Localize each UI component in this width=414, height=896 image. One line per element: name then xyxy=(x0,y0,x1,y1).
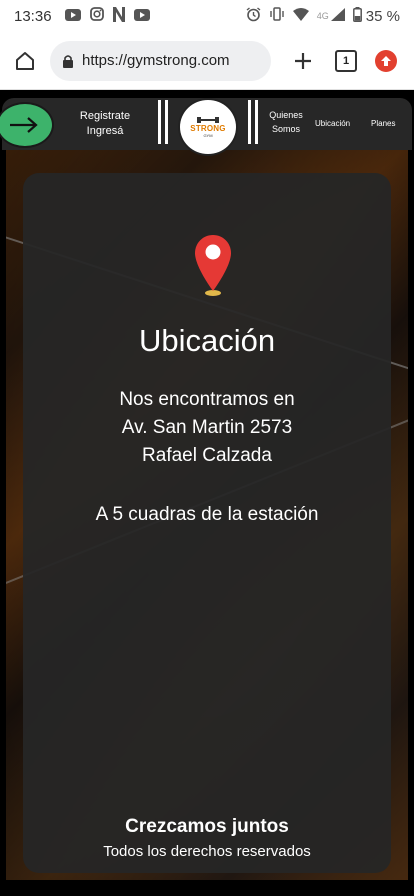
site-logo[interactable]: STRONG GYM xyxy=(178,98,238,156)
netflix-icon xyxy=(112,6,125,26)
register-login-link[interactable]: Registrate Ingresá xyxy=(72,109,138,139)
address-street: Av. San Martin 2573 xyxy=(121,417,293,438)
logo-subtext: GYM xyxy=(203,133,213,138)
alarm-icon xyxy=(246,6,261,26)
vibrate-icon xyxy=(269,7,285,25)
nav-link-plans[interactable]: Planes xyxy=(371,117,395,131)
nav-link-about[interactable]: Quienes Somos xyxy=(264,108,308,136)
home-button[interactable] xyxy=(10,46,40,76)
about-label-2: Somos xyxy=(271,124,300,134)
url-text: https://gymstrong.com xyxy=(82,52,230,69)
register-label: Registrate xyxy=(79,110,131,122)
footer-title: Crezcamos juntos xyxy=(125,816,289,837)
nav-divider xyxy=(165,100,168,144)
battery-percent: 35 % xyxy=(365,7,400,25)
address-note: A 5 cuadras de la estación xyxy=(95,504,319,525)
status-bar: 13:36 4G 35 % xyxy=(0,0,414,32)
nav-link-location[interactable]: Ubicación xyxy=(315,117,350,131)
new-tab-button[interactable] xyxy=(290,48,316,74)
nav-divider xyxy=(255,100,258,144)
location-pin-icon xyxy=(195,235,231,302)
network-type: 4G xyxy=(316,11,329,21)
nav-divider xyxy=(248,100,251,144)
site-navbar: Registrate Ingresá STRONG GYM Quienes So… xyxy=(0,98,412,156)
signal-icon xyxy=(330,7,345,25)
wifi-icon xyxy=(292,7,309,25)
about-label: Quienes xyxy=(269,110,303,120)
update-button[interactable] xyxy=(375,49,397,72)
page-title: Ubicación xyxy=(138,323,276,358)
status-time: 13:36 xyxy=(14,7,52,25)
nav-divider xyxy=(158,100,161,144)
tab-switcher-button[interactable]: 1 xyxy=(335,49,357,72)
browser-toolbar: https://gymstrong.com 1 xyxy=(0,32,414,90)
dumbbell-icon xyxy=(197,117,219,123)
youtube-icon xyxy=(64,8,81,25)
arrow-right-icon xyxy=(10,117,38,133)
plus-icon xyxy=(295,52,311,69)
location-card: Ubicación Nos encontramos en Av. San Mar… xyxy=(23,173,391,873)
youtube-icon xyxy=(133,8,150,25)
logo-text: STRONG xyxy=(190,124,226,133)
tab-count: 1 xyxy=(342,54,350,67)
web-page: Registrate Ingresá STRONG GYM Quienes So… xyxy=(0,90,414,896)
address-bar[interactable]: https://gymstrong.com xyxy=(50,40,271,81)
footer-copyright: Todos los derechos reservados xyxy=(103,843,311,860)
address-city: Rafael Calzada xyxy=(142,445,272,466)
menu-button[interactable] xyxy=(0,102,54,148)
address-line: Nos encontramos en xyxy=(119,389,295,410)
arrow-up-icon xyxy=(381,55,391,66)
home-icon xyxy=(16,51,34,70)
lock-icon xyxy=(63,54,73,68)
login-label: Ingresá xyxy=(86,125,124,137)
battery-icon xyxy=(352,6,362,26)
instagram-icon xyxy=(89,7,104,25)
